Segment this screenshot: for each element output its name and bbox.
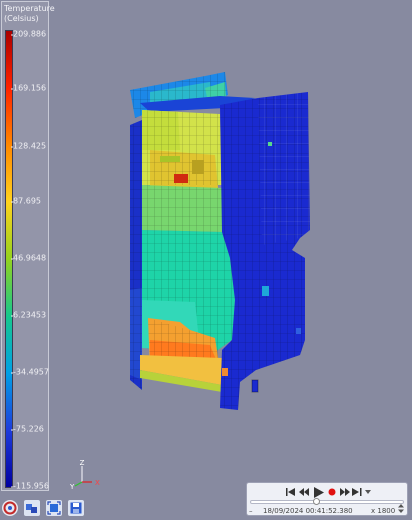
- skip-to-start-button[interactable]: [285, 486, 297, 498]
- skip-start-icon: [286, 488, 295, 496]
- step-forward-button[interactable]: [339, 486, 351, 498]
- right-side-panel: [220, 92, 310, 410]
- thermal-model-viewport[interactable]: [0, 0, 412, 520]
- time-minimum-icon: –: [249, 507, 253, 515]
- step-back-button[interactable]: [298, 486, 310, 498]
- playback-datetime: 18/09/2024 00:41:52.380: [263, 507, 353, 515]
- axis-y-label: Y: [69, 483, 75, 491]
- skip-to-end-button[interactable]: [351, 486, 363, 498]
- play-icon: [313, 486, 324, 498]
- playback-options-button[interactable]: [364, 486, 372, 498]
- playback-speed: x 1800: [371, 507, 396, 515]
- record-button[interactable]: [326, 486, 338, 498]
- rewind-icon: [299, 488, 309, 496]
- axis-x-label: X: [95, 479, 100, 487]
- left-edge-panel: [130, 120, 142, 390]
- front-mid-section: [142, 185, 222, 232]
- front-upper-section: [142, 110, 222, 188]
- view-cube-button[interactable]: [24, 500, 40, 516]
- fit-view-icon: [47, 501, 61, 515]
- save-icon: [70, 502, 82, 514]
- spinner-arrows-icon: [398, 504, 404, 513]
- reset-view-button[interactable]: [2, 500, 18, 516]
- time-slider[interactable]: [250, 500, 404, 504]
- reset-view-icon: [3, 501, 17, 515]
- playback-control: – 18/09/2024 00:41:52.380 x 1800: [246, 482, 408, 516]
- play-button[interactable]: [311, 486, 325, 498]
- view-cube-icon: [26, 504, 37, 513]
- chevron-down-icon: [365, 490, 371, 494]
- speed-spinner[interactable]: [398, 504, 404, 515]
- skip-end-icon: [352, 488, 362, 496]
- record-icon: [328, 488, 336, 496]
- time-slider-handle[interactable]: [313, 498, 320, 505]
- axis-triad: Z X Y: [69, 459, 100, 491]
- fit-view-button[interactable]: [46, 500, 62, 516]
- save-view-button[interactable]: [68, 500, 84, 516]
- fast-forward-icon: [340, 488, 350, 496]
- axis-z-label: Z: [80, 459, 85, 467]
